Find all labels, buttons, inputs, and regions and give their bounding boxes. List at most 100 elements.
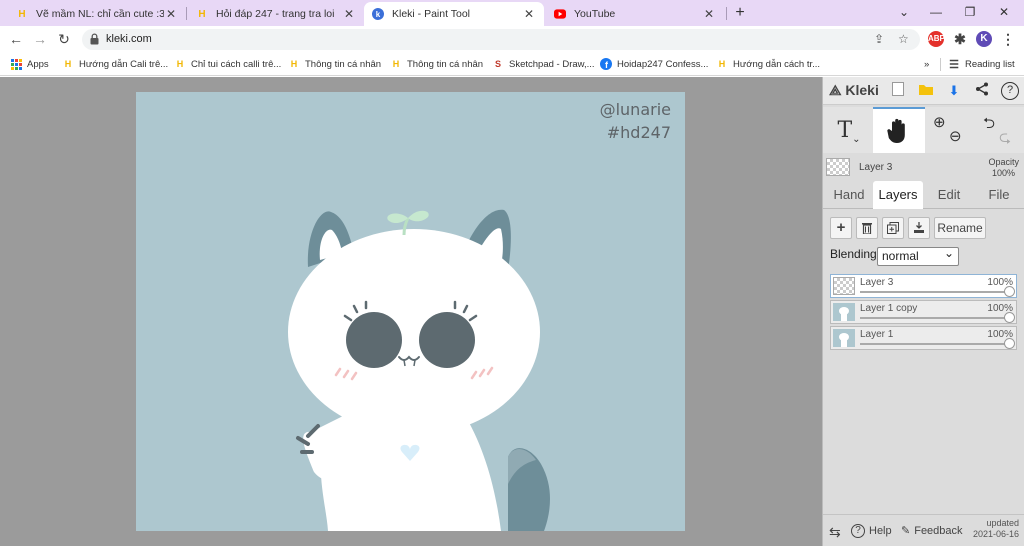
profile-avatar[interactable]: K [976, 31, 992, 47]
tab-search-icon[interactable]: ⌄ [892, 3, 916, 21]
feedback-label: Feedback [914, 524, 963, 537]
layer-opacity-slider[interactable] [860, 291, 1010, 293]
back-icon[interactable]: ← [6, 29, 26, 49]
adblock-icon[interactable]: ABP [928, 31, 945, 47]
menu-icon[interactable]: ⋮ [1000, 31, 1016, 47]
forward-icon[interactable]: → [30, 29, 50, 49]
canvas-workspace[interactable]: @lunarie #hd247 [0, 77, 822, 546]
reading-list-label: Reading list [965, 58, 1015, 70]
layer-opacity-slider[interactable] [860, 343, 1010, 345]
help-icon[interactable]: ? [1001, 82, 1019, 100]
help-button[interactable]: ? Help [851, 524, 892, 538]
tab-separator [186, 7, 187, 20]
zoom-out-icon[interactable]: ⊖ [949, 127, 962, 145]
layer-row[interactable]: Layer 3 100% [830, 274, 1017, 298]
bookmark-item[interactable]: H Hướng dẫn cách tr... [716, 56, 820, 72]
tab-kleki[interactable]: k Kleki - Paint Tool ✕ [364, 2, 544, 26]
tab-edit[interactable]: Edit [925, 181, 973, 209]
apps-grid-icon [10, 58, 22, 70]
kleki-logo-icon: ⟁ [829, 82, 842, 98]
bookmark-label: Hướng dẫn Cali trê... [79, 58, 169, 70]
zoom-in-icon[interactable]: ⊕ [933, 113, 946, 131]
updated-info: updated 2021-06-16 [973, 518, 1019, 540]
help-label: Help [869, 525, 892, 537]
kleki-logo: ⟁ Kleki [829, 82, 879, 99]
duplicate-layer-button[interactable] [882, 217, 904, 239]
tab-hand[interactable]: Hand [825, 181, 873, 209]
bookmark-label: Thông tin cá nhân [407, 58, 484, 70]
bookmark-label: Sketchpad - Draw,... [509, 58, 595, 70]
new-image-icon[interactable] [889, 82, 907, 100]
hoidap-icon: H [392, 59, 400, 69]
bookmark-item[interactable]: H Thông tin cá nhân [390, 56, 483, 72]
hand-icon [887, 118, 905, 143]
close-icon[interactable]: ✕ [164, 7, 178, 21]
merge-layer-button[interactable] [908, 217, 930, 239]
kleki-side-panel: ⟁ Kleki ⬇ ? T ⌄ ⊕ ⊖ ⮌ ⮎ Layer 3 Opacity … [822, 77, 1024, 546]
restore-icon[interactable]: ❐ [958, 3, 982, 21]
bookmark-star-icon[interactable]: ☆ [898, 32, 909, 46]
redo-icon[interactable]: ⮎ [999, 127, 1011, 152]
extensions-icon[interactable]: ✱ [952, 31, 968, 47]
slider-knob[interactable] [1004, 338, 1015, 349]
download-icon[interactable]: ⬇ [945, 82, 963, 100]
layer-row[interactable]: Layer 1 100% [830, 326, 1017, 350]
slider-knob[interactable] [1004, 312, 1015, 323]
window-close-icon[interactable]: ✕ [992, 3, 1016, 21]
blending-select[interactable]: normal [877, 245, 959, 266]
drawing-canvas[interactable]: @lunarie #hd247 [136, 92, 685, 531]
tab-hoidap-1[interactable]: H Vẽ mầm NL: chỉ cần cute :3333 c ✕ [8, 2, 186, 26]
address-bar[interactable]: kleki.com ⇪ ☆ [82, 29, 920, 50]
swap-side-icon[interactable]: ⇆ [829, 524, 841, 541]
more-bookmarks-button[interactable]: » [924, 56, 929, 72]
bookmark-item[interactable]: H Thông tin cá nhân [288, 56, 381, 72]
tab-youtube[interactable]: YouTube ✕ [546, 2, 724, 26]
undo-icon[interactable]: ⮌ [983, 113, 995, 138]
bookmark-item[interactable]: S Sketchpad - Draw,... [492, 56, 595, 72]
add-layer-button[interactable]: + [830, 217, 852, 239]
feedback-button[interactable]: ✎ Feedback [901, 524, 963, 538]
layer-thumbnail [833, 329, 855, 347]
reading-list-icon: ☰ [949, 58, 959, 71]
layer-thumbnail [826, 158, 850, 176]
kleki-icon: k [372, 8, 384, 20]
close-icon[interactable]: ✕ [522, 7, 536, 21]
minimize-icon[interactable]: — [924, 3, 948, 21]
rename-layer-button[interactable]: Rename [934, 217, 986, 239]
hoidap-icon: H [176, 59, 184, 69]
help-circle-icon: ? [851, 524, 865, 538]
layer-row[interactable]: Layer 1 copy 100% [830, 300, 1017, 324]
layer-thumbnail [833, 303, 855, 321]
text-tool[interactable]: T ⌄ [827, 107, 871, 153]
reading-list-button[interactable]: ☰ Reading list [948, 56, 1015, 72]
bookmark-label: Thông tin cá nhân [305, 58, 382, 70]
duplicate-icon [887, 222, 899, 234]
bookmark-label: Apps [27, 58, 49, 70]
new-tab-button[interactable]: + [731, 3, 749, 23]
active-layer-header: Layer 3 Opacity 100% [823, 155, 1024, 181]
layer-opacity-slider[interactable] [860, 317, 1010, 319]
share-icon[interactable] [973, 82, 991, 100]
bookmark-label: Chỉ tui cách calli trê... [191, 58, 282, 70]
merge-down-icon [914, 222, 924, 233]
bookmark-item[interactable]: f Hoidap247 Confess... [600, 56, 708, 72]
close-icon[interactable]: ✕ [702, 7, 716, 21]
tab-layers[interactable]: Layers [873, 181, 923, 209]
tab-title: YouTube [574, 8, 616, 20]
tab-hoidap-2[interactable]: H Hỏi đáp 247 - trang tra loi ✕ [188, 2, 364, 26]
bookmarks-bar: Apps H Hướng dẫn Cali trê... H Chỉ tui c… [0, 52, 1024, 76]
delete-layer-button[interactable] [856, 217, 878, 239]
open-folder-icon[interactable] [917, 82, 935, 100]
bookmark-label: Hướng dẫn cách tr... [733, 58, 821, 70]
slider-knob[interactable] [1004, 286, 1015, 297]
bookmark-apps[interactable]: Apps [10, 56, 49, 72]
bookmark-item[interactable]: H Chỉ tui cách calli trê... [174, 56, 282, 72]
hand-tool[interactable] [873, 107, 925, 153]
close-icon[interactable]: ✕ [342, 7, 356, 21]
hoidap-icon: H [18, 8, 26, 20]
tab-file[interactable]: File [975, 181, 1023, 209]
tool-row: T ⌄ ⊕ ⊖ ⮌ ⮎ [823, 107, 1024, 153]
share-icon[interactable]: ⇪ [874, 32, 884, 46]
reload-icon[interactable]: ↻ [54, 29, 74, 49]
bookmark-item[interactable]: H Hướng dẫn Cali trê... [62, 56, 168, 72]
